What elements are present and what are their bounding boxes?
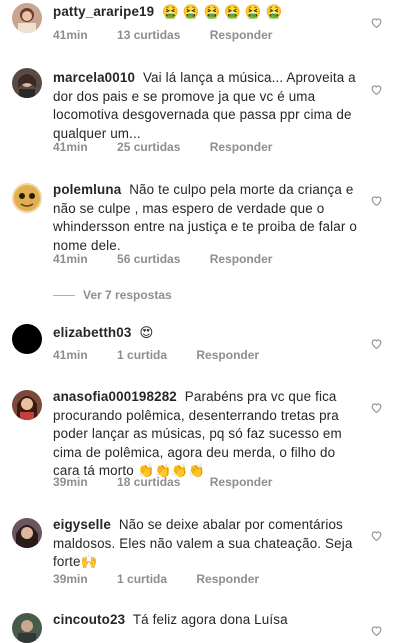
heart-icon[interactable] bbox=[370, 401, 383, 414]
comment-username[interactable]: polemluna bbox=[53, 182, 121, 197]
comment-body: 🤮 🤮 🤮 🤮 🤮 🤮 bbox=[162, 4, 283, 19]
comment-time: 41min bbox=[53, 348, 88, 362]
avatar[interactable] bbox=[12, 390, 42, 420]
heart-icon[interactable] bbox=[370, 16, 383, 29]
comment-likes[interactable]: 18 curtidas bbox=[117, 475, 180, 489]
comment-time: 39min bbox=[53, 475, 88, 489]
comment-username[interactable]: marcela0010 bbox=[53, 70, 135, 85]
comment-time: 41min bbox=[53, 140, 88, 154]
reply-button[interactable]: Responder bbox=[196, 348, 259, 362]
avatar[interactable] bbox=[12, 324, 42, 354]
comment-likes[interactable]: 13 curtidas bbox=[117, 28, 180, 42]
comment-likes[interactable]: 1 curtida bbox=[117, 572, 167, 586]
avatar[interactable] bbox=[12, 518, 42, 548]
reply-button[interactable]: Responder bbox=[210, 252, 273, 266]
heart-icon[interactable] bbox=[370, 624, 383, 637]
comment-meta: 41min 56 curtidas Responder bbox=[53, 252, 298, 266]
comment-meta: 39min 18 curtidas Responder bbox=[53, 475, 298, 489]
comment-likes[interactable]: 1 curtida bbox=[117, 348, 167, 362]
heart-icon[interactable] bbox=[370, 83, 383, 96]
comment-body: 😍 bbox=[139, 325, 154, 340]
comment-text: marcela0010 Vai lá lança a música... Apr… bbox=[53, 69, 363, 143]
comment-meta: 41min 1 curtida Responder bbox=[53, 348, 285, 362]
comment-username[interactable]: anasofia000198282 bbox=[53, 389, 177, 404]
comment-username[interactable]: patty_araripe19 bbox=[53, 4, 154, 19]
comment-meta: 41min 13 curtidas Responder bbox=[53, 28, 298, 42]
comment-body: Tá feliz agora dona Luísa bbox=[132, 612, 288, 627]
avatar[interactable] bbox=[12, 68, 42, 98]
comment-text: elizabetth03 😍 bbox=[53, 324, 363, 343]
comment-text: eigyselle Não se deixe abalar por coment… bbox=[53, 516, 363, 572]
heart-icon[interactable] bbox=[370, 529, 383, 542]
heart-icon[interactable] bbox=[370, 337, 383, 350]
comment-time: 39min bbox=[53, 572, 88, 586]
comment-username[interactable]: elizabetth03 bbox=[53, 325, 131, 340]
comment-time: 41min bbox=[53, 252, 88, 266]
view-replies-label: Ver 7 respostas bbox=[83, 288, 172, 302]
avatar[interactable] bbox=[12, 613, 42, 643]
heart-icon[interactable] bbox=[370, 194, 383, 207]
comment-likes[interactable]: 56 curtidas bbox=[117, 252, 180, 266]
comment-username[interactable]: cincouto23 bbox=[53, 612, 125, 627]
view-replies-button[interactable]: Ver 7 respostas bbox=[53, 288, 172, 302]
comment-meta: 41min 25 curtidas Responder bbox=[53, 140, 298, 154]
comment-text: anasofia000198282 Parabéns pra vc que fi… bbox=[53, 388, 363, 481]
reply-button[interactable]: Responder bbox=[210, 475, 273, 489]
comment-text: polemluna Não te culpo pela morte da cri… bbox=[53, 181, 363, 255]
comment-username[interactable]: eigyselle bbox=[53, 517, 111, 532]
comment-likes[interactable]: 25 curtidas bbox=[117, 140, 180, 154]
reply-button[interactable]: Responder bbox=[196, 572, 259, 586]
avatar[interactable] bbox=[12, 183, 42, 213]
comment-text: patty_araripe19 🤮 🤮 🤮 🤮 🤮 🤮 bbox=[53, 3, 363, 22]
avatar[interactable] bbox=[12, 3, 42, 33]
comment-time: 41min bbox=[53, 28, 88, 42]
comment-meta: 39min 1 curtida Responder bbox=[53, 572, 285, 586]
comment-text: cincouto23 Tá feliz agora dona Luísa bbox=[53, 611, 363, 630]
reply-button[interactable]: Responder bbox=[210, 140, 273, 154]
divider bbox=[53, 294, 75, 296]
reply-button[interactable]: Responder bbox=[210, 28, 273, 42]
